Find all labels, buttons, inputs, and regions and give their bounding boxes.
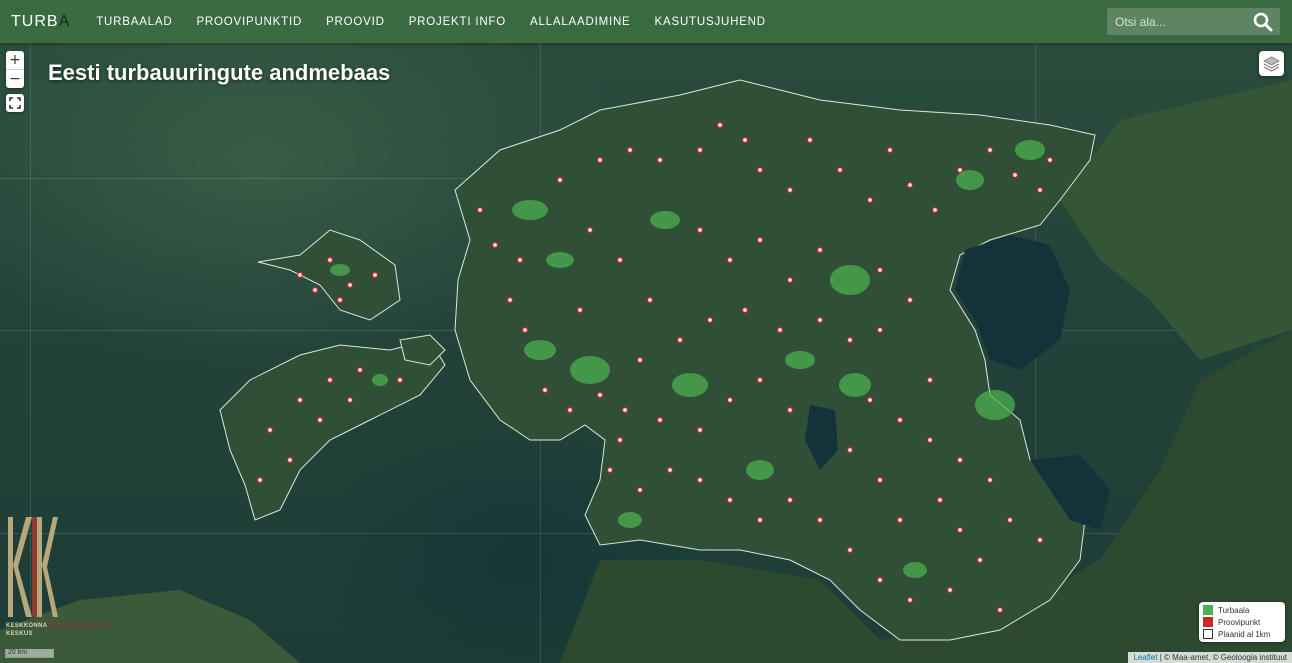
fullscreen-icon xyxy=(9,97,21,109)
logo-line1-b: INVESTEERINGUTE xyxy=(47,623,109,629)
legend-item-proovipunkt: Proovipunkt xyxy=(1203,616,1281,628)
scale-bar: 20 km xyxy=(5,649,54,658)
neighbour-land xyxy=(1060,80,1292,360)
zoom-in-button[interactable]: + xyxy=(6,51,24,69)
legend-swatch-plaanid xyxy=(1203,629,1213,639)
legend-item-plaanid: Plaanid al 1km xyxy=(1203,628,1281,640)
zoom-out-button[interactable]: − xyxy=(6,69,24,88)
zoom-control: + − xyxy=(6,51,24,88)
nav-item-kasutusjuhend[interactable]: KASUTUSJUHEND xyxy=(643,0,778,43)
saaremaa-island xyxy=(219,339,446,521)
fullscreen-button[interactable] xyxy=(6,94,24,112)
legend-swatch-proovipunkt xyxy=(1203,617,1213,627)
search-icon xyxy=(1253,12,1273,32)
map-attribution: Leaflet | © Maa-amet, © Geoloogia instit… xyxy=(1128,652,1292,663)
map-title: Eesti turbauuringute andmebaas xyxy=(48,60,391,85)
search-input[interactable] xyxy=(1107,13,1247,30)
kik-logo-mark xyxy=(8,517,58,617)
kik-logo-text: KESKKONNAINVESTEERINGUTE KESKUS xyxy=(6,622,109,638)
legend-item-turbaala: Turbaala xyxy=(1203,604,1281,616)
nav-item-proovid[interactable]: PROOVID xyxy=(314,0,397,43)
legend-label: Proovipunkt xyxy=(1218,617,1261,627)
legend-label: Turbaala xyxy=(1218,605,1250,615)
nav-item-proovipunktid[interactable]: PROOVIPUNKTID xyxy=(184,0,314,43)
logo-line2: KESKUS xyxy=(6,631,33,637)
top-navbar: TURBA TURBAALAD PROOVIPUNKTID PROOVID PR… xyxy=(0,0,1292,43)
logo-line1-a: KESKKONNA xyxy=(6,623,48,629)
legend-swatch-turbaala xyxy=(1203,605,1213,615)
nav-item-allalaadimine[interactable]: ALLALAADIMINE xyxy=(518,0,643,43)
layers-icon xyxy=(1263,56,1280,72)
layers-button[interactable] xyxy=(1259,51,1284,76)
leaflet-link[interactable]: Leaflet xyxy=(1133,653,1157,662)
estonia-map-svg xyxy=(0,79,1292,663)
attribution-text: | © Maa-amet, © Geoloogia instituut xyxy=(1157,653,1287,662)
brand-name: TURB xyxy=(11,12,59,30)
brand-accent: A xyxy=(58,12,71,30)
search-button[interactable] xyxy=(1252,11,1274,33)
search-box xyxy=(1107,8,1280,35)
brand-logo[interactable]: TURBA xyxy=(11,13,70,31)
legend-label: Plaanid al 1km xyxy=(1218,629,1271,639)
nav-item-projekti-info[interactable]: PROJEKTI INFO xyxy=(397,0,518,43)
hiiumaa-island xyxy=(257,229,401,321)
nav-item-turbaalad[interactable]: TURBAALAD xyxy=(84,0,184,43)
map-view[interactable] xyxy=(0,0,1292,663)
kik-logo xyxy=(6,515,58,624)
map-legend: Turbaala Proovipunkt Plaanid al 1km xyxy=(1199,602,1285,642)
